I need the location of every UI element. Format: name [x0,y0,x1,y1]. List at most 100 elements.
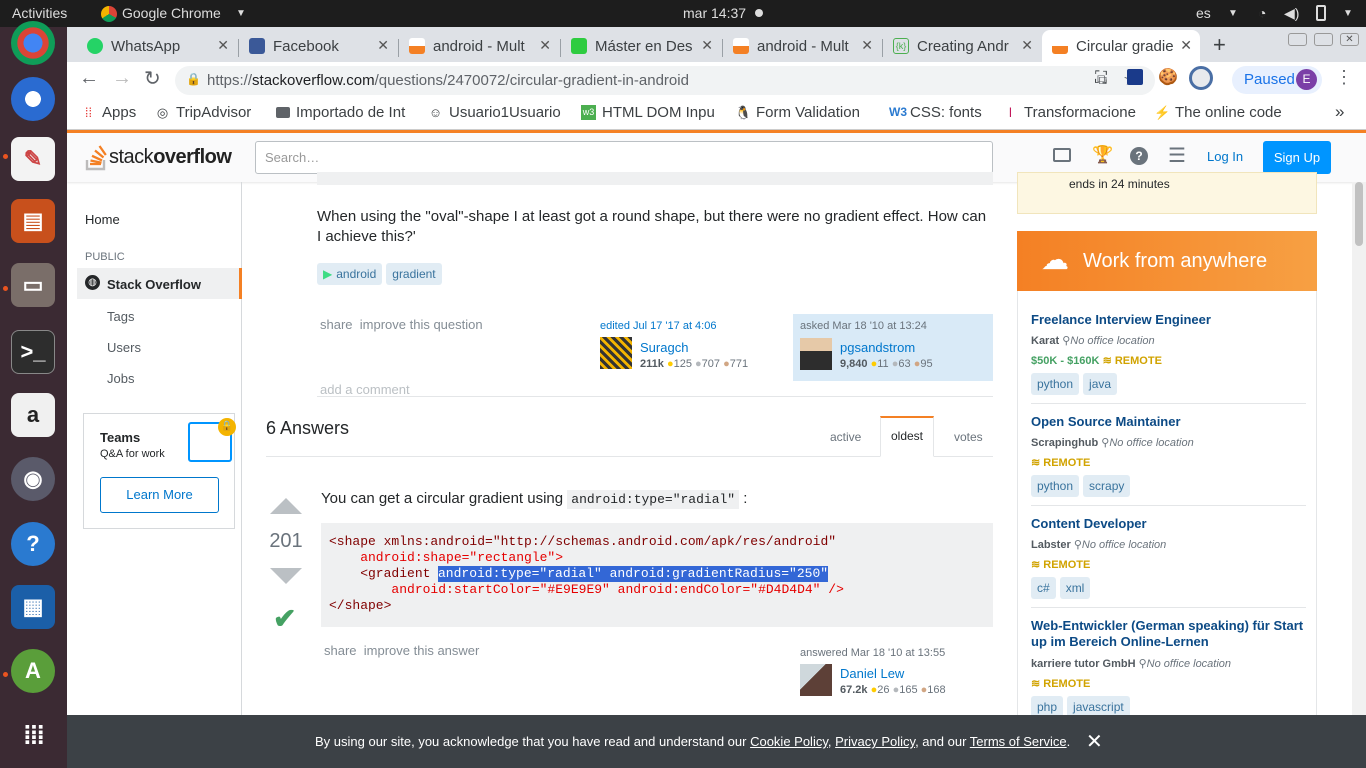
volume-icon[interactable]: ◀) [1284,5,1299,22]
back-icon[interactable]: ← [79,67,99,90]
tab-master[interactable]: Máster en Des ✕ [561,30,721,62]
job-tag[interactable]: python [1031,475,1080,497]
asker-name[interactable]: pgsandstrom [840,340,915,355]
login-link[interactable]: Log In [1207,149,1243,164]
tab-android-1[interactable]: android - Mult ✕ [399,30,559,62]
page-scrollbar[interactable] [1352,182,1366,715]
new-tab-icon[interactable]: + [1213,32,1226,58]
upvote-icon[interactable] [270,498,302,514]
tab-android-2[interactable]: android - Mult ✕ [723,30,881,62]
job-tag[interactable]: java [1083,373,1118,395]
nav-tags[interactable]: Tags [107,309,134,324]
tag-gradient[interactable]: gradient [386,263,442,285]
apps-grid-icon[interactable]: ⁞⁞⁞ [11,713,55,757]
more-bookmarks-icon[interactable]: » [1335,102,1344,122]
asker-avatar[interactable] [800,338,832,370]
editor-avatar[interactable] [600,337,632,369]
profile-paused-button[interactable]: Paused E [1232,66,1322,94]
job-item[interactable]: Open Source Maintainer Scrapinghub ⚲No o… [1031,414,1306,506]
bookmark-html-dom[interactable]: w3 HTML DOM Inpu [581,104,721,121]
privacy-policy-link[interactable]: Privacy Policy [835,734,915,749]
keyboard-layout[interactable]: es [1196,5,1211,21]
tab-circular-gradient[interactable]: Circular gradie ✕ [1042,30,1200,62]
editor-name[interactable]: Suragch [640,340,688,355]
close-icon[interactable]: ✕ [861,37,873,54]
job-item[interactable]: Freelance Interview Engineer Karat ⚲No o… [1031,312,1306,404]
close-icon[interactable]: ✕ [1086,729,1103,754]
job-title[interactable]: Web-Entwickler (German speaking) für Sta… [1031,618,1306,650]
job-tag[interactable]: python [1031,373,1080,395]
extension-icon[interactable] [1189,66,1213,90]
share-question-link[interactable]: share [320,317,353,332]
bookmark-apps[interactable]: ⁞⁞ Apps [81,104,136,121]
learn-more-button[interactable]: Learn More [100,477,219,513]
job-tag[interactable]: c# [1031,577,1056,599]
site-switcher-icon[interactable]: ☰ [1168,143,1186,168]
search-input[interactable]: Search… [255,141,993,174]
android-studio-icon[interactable]: A [11,649,55,693]
bookmark-folder-imported[interactable]: Importado de Int [276,104,416,121]
cookie-extension-icon[interactable]: 🍪 [1158,67,1178,87]
tab-facebook[interactable]: Facebook ✕ [239,30,397,62]
author-name[interactable]: Daniel Lew [840,666,904,681]
nav-home[interactable]: Home [85,212,120,227]
bookmark-transformaciones[interactable]: ǀ Transformacione [1003,104,1141,121]
impress-icon[interactable]: ▤ [11,199,55,243]
inbox-icon[interactable] [1053,148,1071,162]
battery-icon[interactable] [1316,5,1326,21]
amazon-icon[interactable]: a [11,393,55,437]
reload-icon[interactable]: ↻ [144,66,161,91]
bookmark-form-validation[interactable]: 🐧 Form Validation [735,104,875,121]
cookie-policy-link[interactable]: Cookie Policy [750,734,828,749]
job-tag[interactable]: xml [1059,577,1091,599]
scrollbar-thumb[interactable] [1355,182,1363,246]
tab-votes[interactable]: votes [954,430,983,444]
tab-oldest[interactable]: oldest [880,416,934,457]
nav-users[interactable]: Users [107,340,141,355]
trophy-icon[interactable]: 🏆 [1092,145,1113,165]
terminal-icon[interactable]: >_ [11,330,55,374]
maximize-icon[interactable] [1314,33,1333,46]
minimize-icon[interactable] [1288,33,1307,46]
writer-icon[interactable]: ▦ [11,585,55,629]
clock[interactable]: mar 14:37 [683,5,746,21]
speaker-icon[interactable]: ◉ [11,457,55,501]
close-icon[interactable]: ✕ [377,37,389,54]
downvote-icon[interactable] [270,568,302,584]
notes-icon[interactable]: ✎ [11,137,55,181]
so-logo[interactable]: stack overflow [85,143,232,171]
files-icon[interactable]: ▭ [11,263,55,307]
close-icon[interactable]: ✕ [1021,37,1033,54]
job-title[interactable]: Freelance Interview Engineer [1031,312,1306,327]
tag-android[interactable]: ▶ android [317,263,383,285]
close-icon[interactable]: ✕ [539,37,551,54]
tab-whatsapp[interactable]: WhatsApp ✕ [77,30,237,62]
address-bar[interactable]: 🔒 https://stackoverflow.com/questions/24… [175,66,1155,95]
reader-extension-icon[interactable] [1127,69,1143,85]
forward-icon[interactable]: → [112,67,132,90]
thunderbird-icon[interactable] [11,77,55,121]
help-icon[interactable]: ? [1130,147,1148,165]
activities-button[interactable]: Activities [12,5,67,21]
tab-active[interactable]: active [830,430,861,444]
author-avatar[interactable] [800,664,832,696]
terms-link[interactable]: Terms of Service [970,734,1067,749]
nav-stackoverflow[interactable]: ◍ Stack Overflow [77,268,242,299]
wifi-icon[interactable]: ◔ [1258,5,1266,21]
close-window-icon[interactable]: ✕ [1340,33,1359,46]
close-icon[interactable]: ✕ [701,37,713,54]
job-item[interactable]: Content Developer Labster ⚲No office loc… [1031,516,1306,608]
bookmark-usuario[interactable]: ☺ Usuario1Usuario [428,104,568,121]
menu-kebab-icon[interactable]: ⋮ [1335,67,1353,88]
jobs-banner[interactable]: ☁ Work from anywhere [1017,231,1317,291]
tab-creating-android[interactable]: {k} Creating Andr ✕ [883,30,1041,62]
close-icon[interactable]: ✕ [217,37,229,54]
share-answer-link[interactable]: share [324,643,357,658]
bookmark-tripadvisor[interactable]: ◎ TripAdvisor [155,104,251,121]
signup-button[interactable]: Sign Up [1263,141,1331,174]
job-tag[interactable]: scrapy [1083,475,1131,497]
nav-jobs[interactable]: Jobs [107,371,134,386]
improve-answer-link[interactable]: improve this answer [364,643,480,658]
bookmark-css-fonts[interactable]: W3 CSS: fonts [889,104,982,121]
edited-time[interactable]: edited Jul 17 '17 at 4:06 [600,320,716,332]
